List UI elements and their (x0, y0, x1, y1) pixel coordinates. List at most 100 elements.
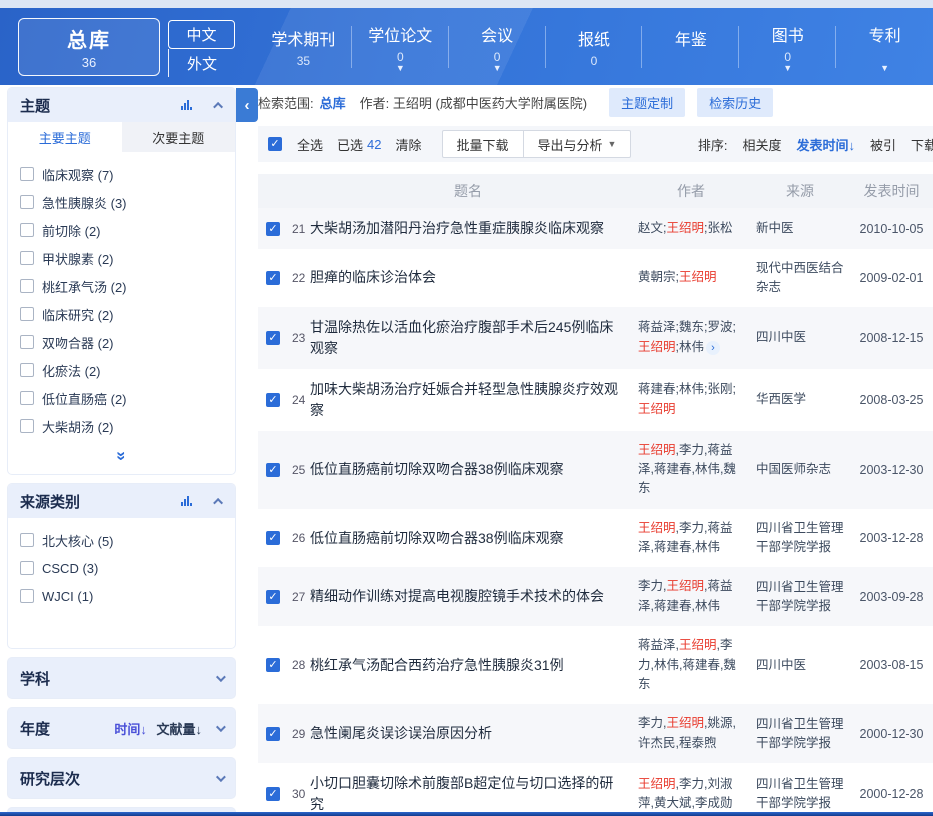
row-checkbox[interactable]: ✓ (266, 531, 280, 545)
facet-item[interactable]: 化瘀法 (2) (8, 356, 235, 384)
facet-checkbox[interactable] (20, 561, 34, 575)
facet-item[interactable]: 低位直肠癌 (2) (8, 384, 235, 412)
result-source-link[interactable]: 现代中西医结合杂志 (750, 249, 850, 307)
facet-header-topic[interactable]: 主题 (8, 88, 235, 122)
result-source-link[interactable]: 四川中医 (750, 318, 850, 357)
row-checkbox[interactable]: ✓ (266, 222, 280, 236)
row-checkbox[interactable]: ✓ (266, 727, 280, 741)
highlighted-author[interactable]: 王绍明 (679, 270, 717, 284)
row-checkbox[interactable]: ✓ (266, 271, 280, 285)
nav-category[interactable]: 会议0▼ (449, 8, 546, 85)
result-authors[interactable]: 蒋益泽;魏东;罗波;王绍明;林伟› (632, 308, 750, 367)
highlighted-author[interactable]: 王绍明 (666, 579, 704, 593)
row-checkbox[interactable]: ✓ (266, 658, 280, 672)
facet-header-subject[interactable]: 学科 (8, 658, 235, 698)
topic-custom-button[interactable]: 主题定制 (609, 88, 685, 117)
facet-checkbox[interactable] (20, 589, 34, 603)
bar-chart-icon[interactable] (181, 100, 192, 110)
result-authors[interactable]: 王绍明,李力,蒋益泽,蒋建春,林伟,魏东 (632, 431, 750, 509)
highlighted-author[interactable]: 王绍明 (638, 340, 676, 354)
facet-header-research-level[interactable]: 研究层次 (8, 758, 235, 798)
highlighted-author[interactable]: 王绍明 (638, 521, 676, 535)
chevron-down-icon[interactable] (216, 672, 226, 682)
row-checkbox[interactable]: ✓ (266, 463, 280, 477)
result-title-link[interactable]: 大柴胡汤加潜阳丹治疗急性重症胰腺炎临床观察 (304, 208, 632, 249)
tab-primary-topic[interactable]: 主要主题 (8, 122, 122, 152)
export-analyze-button[interactable]: 导出与分析 ▼ (524, 130, 632, 158)
select-all-checkbox[interactable]: ✓ (268, 137, 282, 151)
sort-option[interactable]: 被引 (870, 135, 896, 154)
result-authors[interactable]: 蒋益泽,王绍明,李力,林伟,蒋建春,魏东 (632, 626, 750, 704)
result-source-link[interactable]: 四川省卫生管理干部学院学报 (750, 509, 850, 567)
result-title-link[interactable]: 精细动作训练对提高电视腹腔镜手术技术的体会 (304, 576, 632, 617)
result-authors[interactable]: 王绍明,李力,刘淑萍,黄大斌,李成勋 (632, 765, 750, 816)
highlighted-author[interactable]: 王绍明 (638, 402, 676, 416)
result-source-link[interactable]: 四川省卫生管理干部学院学报 (750, 705, 850, 763)
facet-item[interactable]: 临床观察 (7) (8, 160, 235, 188)
nav-category[interactable]: 年鉴 (642, 8, 739, 85)
facet-checkbox[interactable] (20, 251, 34, 265)
clear-selection-button[interactable]: 清除 (396, 135, 422, 154)
result-authors[interactable]: 黄朝宗;王绍明 (632, 258, 750, 297)
facet-checkbox[interactable] (20, 195, 34, 209)
facet-item[interactable]: 前切除 (2) (8, 216, 235, 244)
scope-database[interactable]: 总库 (320, 93, 346, 112)
facet-checkbox[interactable] (20, 533, 34, 547)
result-authors[interactable]: 李力,王绍明,蒋益泽,蒋建春,林伟 (632, 567, 750, 626)
facet-checkbox[interactable] (20, 391, 34, 405)
facet-checkbox[interactable] (20, 307, 34, 321)
facet-item[interactable]: WJCI (1) (8, 582, 235, 610)
facet-checkbox[interactable] (20, 279, 34, 293)
result-source-link[interactable]: 新中医 (750, 209, 850, 248)
facet-item[interactable]: 北大核心 (5) (8, 526, 235, 554)
tab-foreign[interactable]: 外文 (168, 49, 235, 77)
highlighted-author[interactable]: 王绍明 (679, 638, 717, 652)
result-source-link[interactable]: 中国医师杂志 (750, 450, 850, 489)
sort-option[interactable]: 下载 (911, 135, 933, 154)
facet-item[interactable]: 双吻合器 (2) (8, 328, 235, 356)
result-authors[interactable]: 蒋建春;林伟;张刚;王绍明 (632, 370, 750, 429)
nav-category[interactable]: 报纸0 (546, 8, 643, 85)
facet-checkbox[interactable] (20, 223, 34, 237)
result-title-link[interactable]: 低位直肠癌前切除双吻合器38例临床观察 (304, 518, 632, 559)
highlighted-author[interactable]: 王绍明 (666, 716, 704, 730)
chevron-up-icon[interactable] (213, 497, 223, 507)
nav-category[interactable]: 学位论文0▼ (352, 8, 449, 85)
highlighted-author[interactable]: 王绍明 (638, 777, 676, 791)
year-sort-time[interactable]: 时间↓ (114, 722, 147, 737)
chevron-up-icon[interactable] (213, 101, 223, 111)
facet-checkbox[interactable] (20, 363, 34, 377)
row-checkbox[interactable]: ✓ (266, 331, 280, 345)
result-title-link[interactable]: 低位直肠癌前切除双吻合器38例临床观察 (304, 449, 632, 490)
batch-download-button[interactable]: 批量下载 (442, 130, 524, 158)
result-title-link[interactable]: 桃红承气汤配合西药治疗急性胰腺炎31例 (304, 645, 632, 686)
result-source-link[interactable]: 四川省卫生管理干部学院学报 (750, 568, 850, 626)
year-sort-volume[interactable]: 文献量↓ (156, 722, 202, 737)
nav-category[interactable]: 学术期刊35 (255, 8, 352, 85)
tab-zongku[interactable]: 总库 36 (18, 18, 160, 76)
bar-chart-icon[interactable] (181, 496, 192, 506)
authors-expand-icon[interactable]: › (706, 341, 720, 355)
facet-header-source[interactable]: 来源类别 (8, 484, 235, 518)
facet-expand-more[interactable]: » (8, 444, 235, 474)
facet-item[interactable]: 大柴胡汤 (2) (8, 412, 235, 440)
sort-option[interactable]: 相关度 (742, 135, 781, 154)
facet-header-year[interactable]: 年度 时间↓ 文献量↓ (8, 708, 235, 748)
result-source-link[interactable]: 四川中医 (750, 646, 850, 685)
nav-category[interactable]: 图书0▼ (739, 8, 836, 85)
sort-option[interactable]: 发表时间↓ (796, 135, 855, 154)
chevron-down-icon[interactable] (216, 722, 226, 732)
result-title-link[interactable]: 胆瘅的临床诊治体会 (304, 257, 632, 298)
row-checkbox[interactable]: ✓ (266, 393, 280, 407)
highlighted-author[interactable]: 王绍明 (638, 443, 676, 457)
result-title-link[interactable]: 加味大柴胡汤治疗妊娠合并轻型急性胰腺炎疗效观察 (304, 369, 632, 431)
chevron-down-icon[interactable] (216, 772, 226, 782)
result-authors[interactable]: 赵文;王绍明;张松 (632, 209, 750, 248)
facet-checkbox[interactable] (20, 335, 34, 349)
facet-item[interactable]: 急性胰腺炎 (3) (8, 188, 235, 216)
result-source-link[interactable]: 四川省卫生管理干部学院学报 (750, 765, 850, 816)
double-chevron-down-icon[interactable]: » (112, 451, 132, 460)
row-checkbox[interactable]: ✓ (266, 590, 280, 604)
result-title-link[interactable]: 小切口胆囊切除术前腹部B超定位与切口选择的研究 (304, 763, 632, 816)
facet-item[interactable]: 甲状腺素 (2) (8, 244, 235, 272)
